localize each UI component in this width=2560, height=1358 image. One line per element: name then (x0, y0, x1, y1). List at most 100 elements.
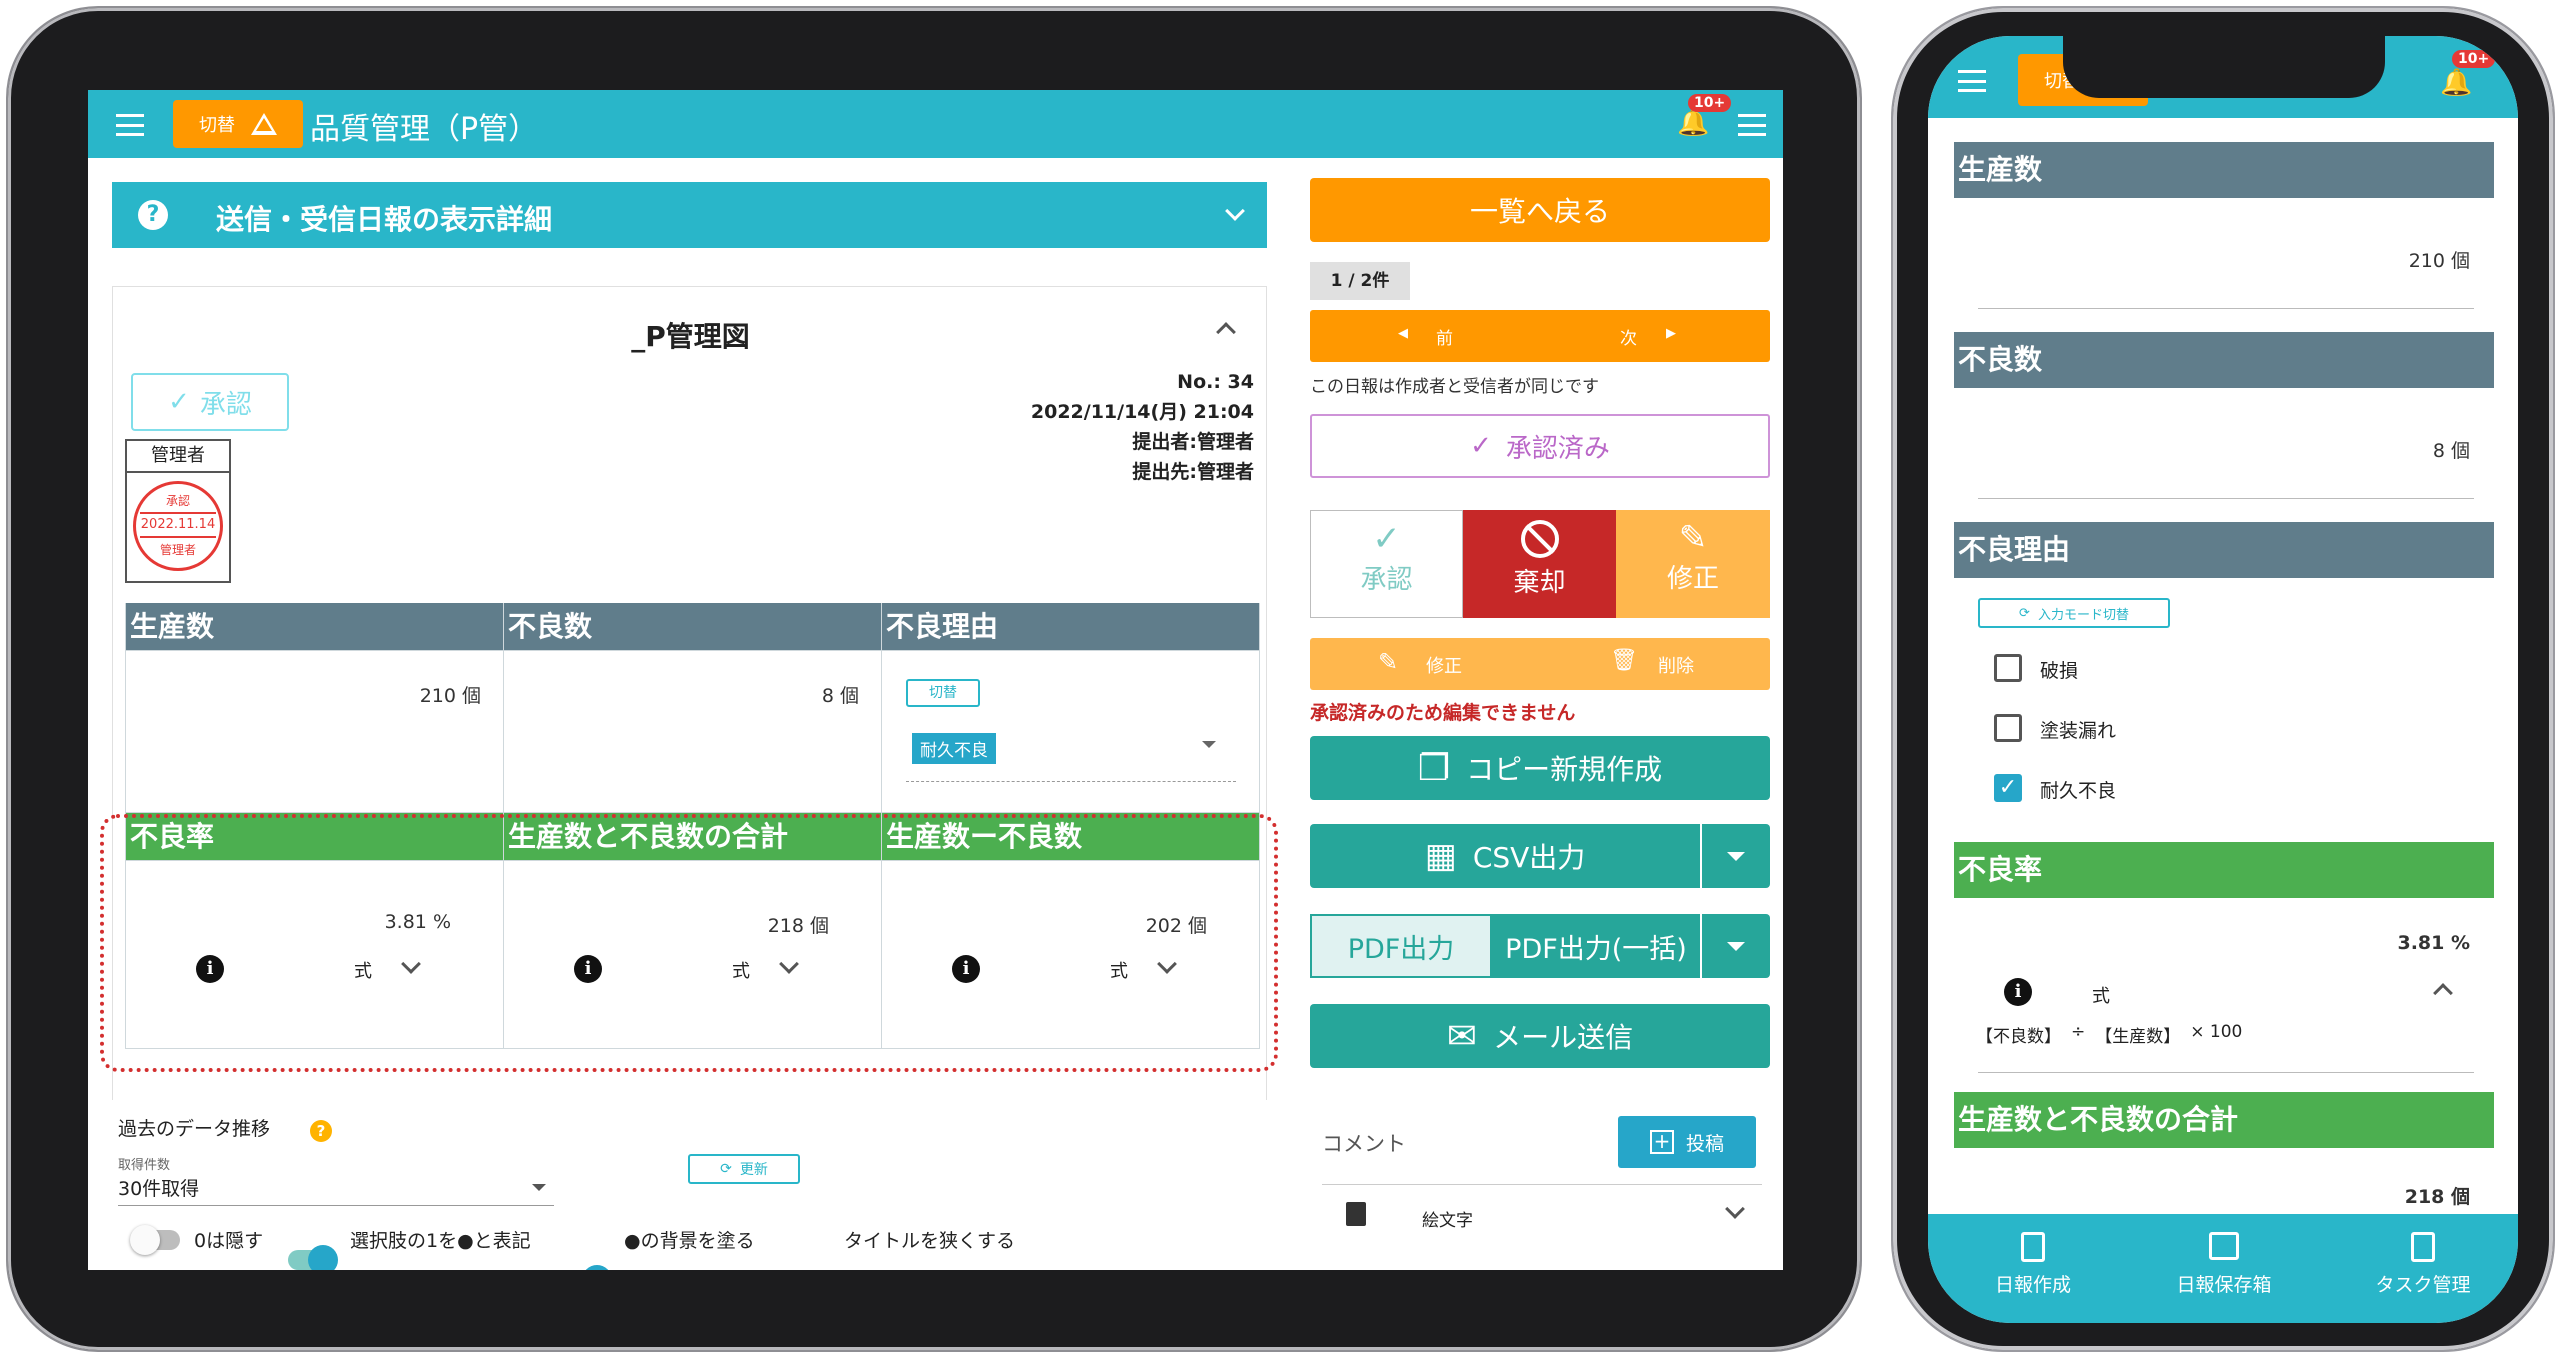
pager-count: 1 / 2件 (1310, 262, 1410, 300)
add-icon: + (1649, 1130, 1674, 1154)
pdf-button[interactable]: PDF出力 (1310, 914, 1492, 978)
clipboard-icon (1346, 1202, 1366, 1226)
col-header-defects: 不良数 (504, 603, 882, 651)
emoji-label[interactable]: 絵文字 (1422, 1206, 1473, 1231)
checkbox-damage[interactable] (1994, 654, 2022, 682)
pencil-icon[interactable]: ✎ (1378, 648, 1398, 676)
action-reject-button[interactable]: 棄却 (1463, 510, 1616, 618)
production-value: 210 個 (419, 685, 481, 707)
check-icon: ✓ (1372, 519, 1401, 559)
switch-button[interactable]: 切替 (173, 100, 303, 148)
fetch-select[interactable]: 30件取得 (118, 1174, 554, 1206)
same-author-note: この日報は作成者と受信者が同じです (1310, 377, 1599, 397)
reason-switch-button[interactable]: 切替 (906, 679, 980, 707)
history-title: 過去のデータ推移 (118, 1118, 271, 1140)
report-datetime: 2022/11/14(月) 21:04 (1030, 401, 1254, 423)
report-submitter: 提出者:管理者 (1132, 431, 1254, 453)
approve-label: 承認 (199, 389, 252, 420)
prev-arrow-icon[interactable]: ◀ (1398, 326, 1408, 341)
edit-delete-bar: ✎ 修正 🗑 削除 (1310, 638, 1770, 690)
fetch-value: 30件取得 (118, 1178, 200, 1200)
locked-note: 承認済みのため編集できません (1310, 702, 1576, 724)
dropdown-caret-icon (1727, 851, 1745, 861)
refresh-icon: ⟳ (720, 1161, 732, 1177)
mail-icon: ✉ (1446, 1015, 1478, 1057)
dropdown-caret-icon (1727, 941, 1745, 951)
divider (1978, 1072, 2474, 1073)
switch-label: 切替 (199, 115, 235, 136)
trash-icon[interactable]: 🗑 (1610, 648, 1638, 673)
report-title: _P管理図 (631, 320, 750, 353)
cell-production: 210 個 (126, 651, 504, 813)
help-icon[interactable]: ? (310, 1120, 332, 1142)
action-approve-button[interactable]: ✓ 承認 (1310, 510, 1463, 618)
option-label: 耐久不良 (2040, 780, 2117, 802)
total-value: 218 個 (2404, 1186, 2470, 1208)
fetch-label: 取得件数 (118, 1158, 171, 1173)
mail-send-button[interactable]: ✉ メール送信 (1310, 1004, 1770, 1068)
app-header: 切替 品質管理（P管） 🔔 10+ (88, 90, 1783, 158)
cell-reason: 切替 耐久不良 (882, 651, 1260, 813)
nav-saved-reports[interactable]: 日報保存箱 (2144, 1232, 2304, 1297)
prev-button[interactable]: 前 (1436, 324, 1453, 349)
pdf-dropdown-button[interactable] (1702, 914, 1770, 978)
report-recipient: 提出先:管理者 (1132, 461, 1254, 483)
data-table: 生産数 不良数 不良理由 210 個 8 個 切替 耐久不良 (125, 603, 1260, 813)
col-header-production: 生産数 (126, 603, 504, 651)
back-to-list-button[interactable]: 一覧へ戻る (1310, 178, 1770, 242)
next-arrow-icon[interactable]: ▶ (1666, 326, 1676, 341)
check-icon: ✓ (168, 387, 190, 417)
section-header-total: 生産数と不良数の合計 (1954, 1092, 2494, 1148)
more-menu-icon[interactable] (1738, 114, 1766, 136)
copy-new-button[interactable]: ❐ コピー新規作成 (1310, 736, 1770, 800)
next-button[interactable]: 次 (1620, 324, 1637, 349)
formula-text: 【不良数】 ÷ 【生産数】 × 100 (1976, 1022, 2243, 1047)
divider (1978, 308, 2474, 309)
divider (1978, 498, 2474, 499)
defects-value: 8 個 (2432, 440, 2470, 462)
toggle-hide-zero[interactable] (130, 1225, 180, 1255)
production-value: 210 個 (2408, 250, 2470, 272)
comment-label: コメント (1322, 1132, 1406, 1156)
dropdown-caret-icon[interactable] (1202, 741, 1216, 748)
section-banner[interactable]: ? 送信・受信日報の表示詳細 (112, 182, 1267, 248)
menu-icon[interactable] (116, 114, 144, 136)
approval-stamp: 承認 2022.11.14 管理者 (133, 481, 223, 571)
approver-box: 管理者 承認 2022.11.14 管理者 (125, 439, 231, 583)
toggle-dot-notation[interactable] (288, 1245, 338, 1270)
option-label: 破損 (2040, 660, 2079, 682)
delete-button[interactable]: 削除 (1658, 652, 1694, 678)
bell-icon[interactable]: 🔔 (1677, 110, 1709, 136)
chevron-up-icon[interactable] (2433, 983, 2453, 1003)
input-mode-switch-button[interactable]: ⟳ 入力モード切替 (1978, 598, 2170, 628)
comment-divider (1322, 1184, 1762, 1185)
checkbox-durability[interactable]: ✓ (1994, 774, 2022, 802)
nav-task-management[interactable]: タスク管理 (2348, 1232, 2498, 1297)
toggle-label: 0は隠す (194, 1230, 264, 1252)
task-icon (2411, 1232, 2435, 1262)
menu-icon[interactable] (1958, 70, 1986, 92)
action-edit-button[interactable]: ✎ 修正 (1616, 510, 1770, 618)
refresh-icon: ⟳ (2019, 605, 2030, 621)
section-header-rate: 不良率 (1954, 842, 2494, 898)
edit-button[interactable]: 修正 (1426, 652, 1462, 678)
csv-button[interactable]: ▦ CSV出力 (1310, 824, 1700, 888)
phone-screen: 切替 🔔 10+ 生産数 210 個 不良数 8 個 不良理由 ⟳ 入力モード切… (1928, 36, 2518, 1323)
nav-create-report[interactable]: 日報作成 (1968, 1232, 2098, 1297)
post-button[interactable]: + 投稿 (1618, 1116, 1756, 1168)
checkbox-paint-leak[interactable] (1994, 714, 2022, 742)
csv-dropdown-button[interactable] (1702, 824, 1770, 888)
defects-value: 8 個 (821, 685, 859, 707)
bell-icon[interactable]: 🔔 (2440, 70, 2472, 96)
report-meta: No.: 34 2022/11/14(月) 21:04 提出者:管理者 提出先:… (1031, 367, 1254, 487)
pdf-all-button[interactable]: PDF出力(一括) (1492, 914, 1700, 978)
chevron-down-icon[interactable] (1725, 1199, 1745, 1219)
section-header-reason: 不良理由 (1954, 522, 2494, 578)
help-icon: ? (138, 200, 168, 230)
info-icon[interactable]: i (2004, 978, 2032, 1006)
refresh-button[interactable]: ⟳ 更新 (688, 1154, 800, 1184)
section-banner-title: 送信・受信日報の表示詳細 (216, 203, 553, 236)
comment-panel: コメント + 投稿 絵文字 (1310, 1090, 1770, 1270)
highlight-outline (100, 814, 1278, 1072)
approve-button[interactable]: ✓ 承認 (131, 373, 289, 431)
